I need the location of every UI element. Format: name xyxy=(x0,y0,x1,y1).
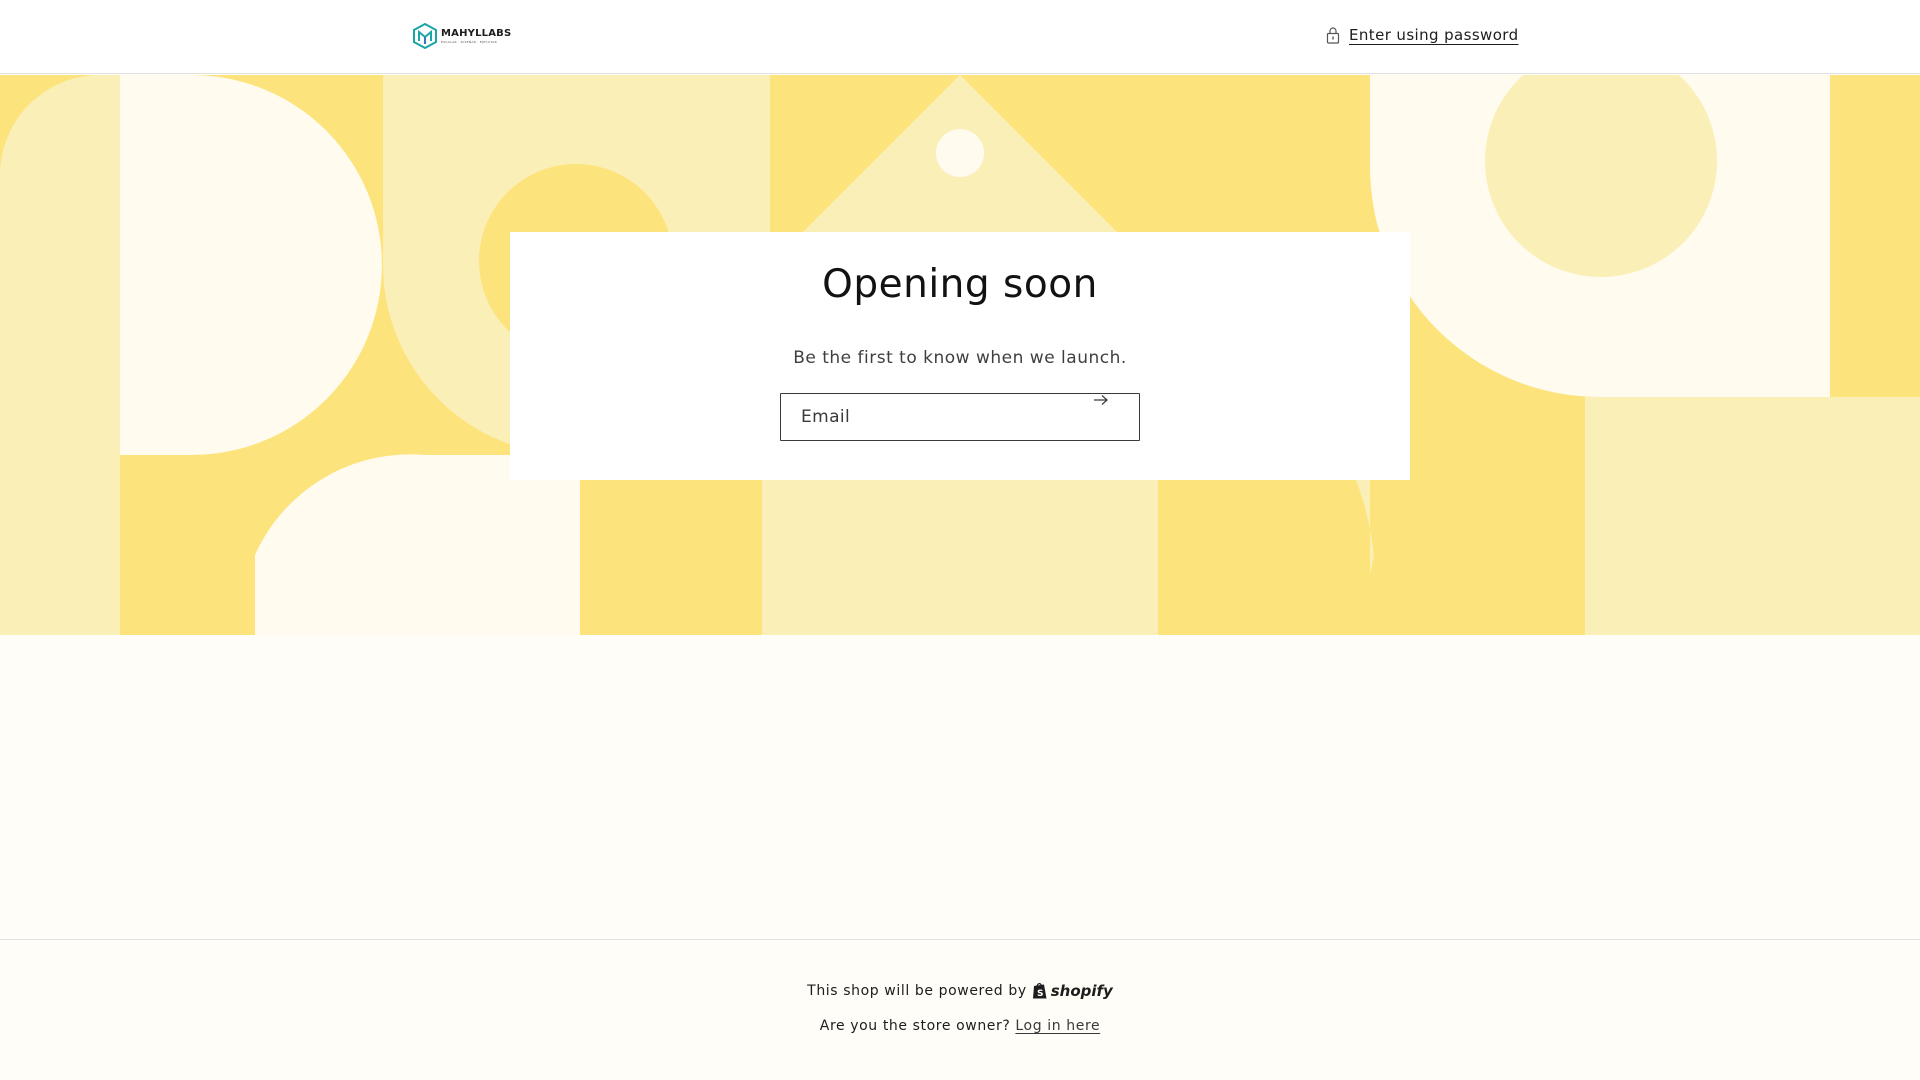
site-header: MAHYLLABS ESCALAR · DISEÑAR · EJECUTAR E… xyxy=(0,0,1920,74)
mahyllabs-logo-icon xyxy=(413,23,437,49)
logo-name: MAHYLLABS xyxy=(441,27,512,39)
enter-password-link[interactable]: Enter using password xyxy=(1326,24,1519,46)
login-link[interactable]: Log in here xyxy=(1015,1018,1100,1034)
powered-by: This shop will be powered by S shopify xyxy=(0,982,1920,1000)
subscribe-button[interactable] xyxy=(1093,394,1139,440)
email-input[interactable] xyxy=(781,394,1091,440)
page-title: Opening soon xyxy=(822,262,1098,307)
shopify-link[interactable]: S shopify xyxy=(1032,982,1113,1000)
powered-by-text: This shop will be powered by xyxy=(807,983,1027,999)
logo-tagline: ESCALAR · DISEÑAR · EJECUTAR xyxy=(441,39,498,44)
store-logo[interactable]: MAHYLLABS ESCALAR · DISEÑAR · EJECUTAR xyxy=(413,22,511,50)
shopify-wordmark: shopify xyxy=(1050,982,1113,1000)
enter-password-label: Enter using password xyxy=(1349,26,1519,44)
store-owner-text: Are you the store owner? xyxy=(819,1018,1011,1034)
hero-banner: Opening soon Be the first to know when w… xyxy=(0,75,1920,635)
arrow-right-icon xyxy=(1094,395,1108,405)
email-form xyxy=(780,393,1140,441)
store-owner-line: Are you the store owner? Log in here xyxy=(0,1018,1920,1034)
page-subtitle: Be the first to know when we launch. xyxy=(793,348,1127,368)
svg-text:S: S xyxy=(1037,989,1044,999)
signup-card: Opening soon Be the first to know when w… xyxy=(510,232,1410,480)
shopify-bag-icon: S xyxy=(1032,983,1047,999)
lock-icon xyxy=(1326,27,1340,44)
site-footer: This shop will be powered by S shopify A… xyxy=(0,939,1920,1080)
